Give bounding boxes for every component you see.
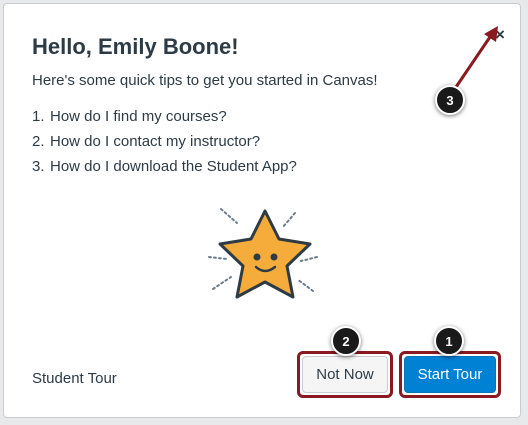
tip-item: 1. How do I find my courses?	[32, 104, 297, 129]
start-tour-button[interactable]: Start Tour	[404, 356, 496, 393]
dialog-title: Hello, Emily Boone!	[32, 34, 239, 59]
student-tour-label: Student Tour	[32, 370, 117, 387]
callout-badge-3: 3	[435, 85, 465, 115]
not-now-button[interactable]: Not Now	[302, 356, 388, 393]
tip-number: 1.	[32, 108, 45, 125]
tip-text: How do I find my courses?	[50, 108, 227, 125]
tip-text: How do I download the Student App?	[50, 158, 297, 175]
callout-badge-2: 2	[331, 326, 361, 356]
tip-number: 2.	[32, 133, 45, 150]
dialog-intro-text: Here's some quick tips to get you starte…	[32, 72, 378, 89]
tip-item: 3. How do I download the Student App?	[32, 154, 297, 179]
tip-number: 3.	[32, 158, 45, 175]
smiling-star-icon	[208, 208, 318, 299]
tip-item: 2. How do I contact my instructor?	[32, 129, 297, 154]
callout-badge-1: 1	[434, 326, 464, 356]
tip-text: How do I contact my instructor?	[50, 133, 261, 150]
tips-list: 1. How do I find my courses? 2. How do I…	[32, 104, 297, 179]
